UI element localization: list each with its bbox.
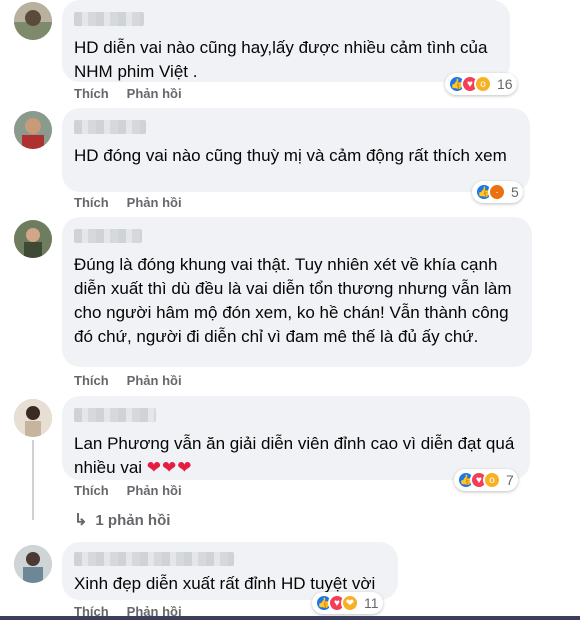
care-icon: ❤ [341, 594, 359, 612]
thread-line [32, 440, 34, 520]
comment-text: Đúng là đóng khung vai thật. Tuy nhiên x… [74, 255, 512, 346]
comment-actions: Thích Phản hồi [74, 86, 182, 101]
comment-bubble: Lan Phương vẫn ăn giải diễn viên đỉnh ca… [62, 396, 530, 480]
reaction-summary[interactable]: 👍 ♥ o 7 [454, 469, 518, 491]
reaction-summary[interactable]: 👍 ♥ o 16 [445, 73, 517, 95]
bottom-edge-bar [0, 616, 580, 620]
commenter-name-blurred[interactable] [74, 229, 142, 243]
commenter-name-blurred[interactable] [74, 120, 146, 134]
reaction-count: 5 [511, 184, 519, 200]
avatar[interactable] [14, 111, 52, 149]
avatar-image [14, 2, 52, 40]
commenter-name-blurred[interactable] [74, 12, 144, 26]
avatar[interactable] [14, 399, 52, 437]
like-button[interactable]: Thích [74, 86, 109, 101]
reaction-summary[interactable]: 👍 · 5 [472, 181, 523, 203]
avatar[interactable] [14, 220, 52, 258]
comment-text-body: Lan Phương vẫn ăn giải diễn viên đỉnh ca… [74, 434, 515, 477]
heart-emoji: ❤❤❤ [146, 458, 193, 477]
wow-icon: o [474, 75, 492, 93]
comment-bubble: HD diễn vai nào cũng hay,lấy được nhiều … [62, 0, 510, 82]
reaction-count: 11 [364, 595, 379, 611]
commenter-name-blurred[interactable] [74, 408, 156, 422]
avatar[interactable] [14, 2, 52, 40]
avatar-image [14, 545, 52, 583]
view-replies-label: 1 phản hồi [95, 511, 171, 529]
comment-actions: Thích Phản hồi [74, 483, 182, 498]
reaction-summary[interactable]: 👍 ♥ ❤ 11 [312, 592, 383, 614]
view-replies-link[interactable]: ↳ 1 phản hồi [74, 510, 170, 530]
reaction-count: 7 [506, 472, 514, 488]
wow-icon: o [483, 471, 501, 489]
avatar[interactable] [14, 545, 52, 583]
comment-text: HD đóng vai nào cũng thuỳ mị và cảm động… [74, 146, 507, 165]
like-button[interactable]: Thích [74, 195, 109, 210]
angry-icon: · [488, 183, 506, 201]
like-button[interactable]: Thích [74, 483, 109, 498]
reply-button[interactable]: Phản hồi [127, 86, 182, 101]
avatar-image [14, 399, 52, 437]
reply-button[interactable]: Phản hồi [127, 195, 182, 210]
reply-button[interactable]: Phản hồi [127, 373, 182, 388]
comment-actions: Thích Phản hồi [74, 195, 182, 210]
commenter-name-blurred[interactable] [74, 552, 234, 566]
comment-bubble: HD đóng vai nào cũng thuỳ mị và cảm động… [62, 108, 530, 192]
reaction-count: 16 [497, 76, 513, 92]
avatar-image [14, 220, 52, 258]
comment-actions: Thích Phản hồi [74, 373, 182, 388]
like-button[interactable]: Thích [74, 373, 109, 388]
avatar-image [14, 111, 52, 149]
comment-text: Lan Phương vẫn ăn giải diễn viên đỉnh ca… [74, 432, 518, 480]
reply-button[interactable]: Phản hồi [127, 483, 182, 498]
comment-bubble: Đúng là đóng khung vai thật. Tuy nhiên x… [62, 217, 532, 367]
comment-text: HD diễn vai nào cũng hay,lấy được nhiều … [74, 38, 488, 81]
reply-arrow-icon: ↳ [74, 512, 88, 529]
